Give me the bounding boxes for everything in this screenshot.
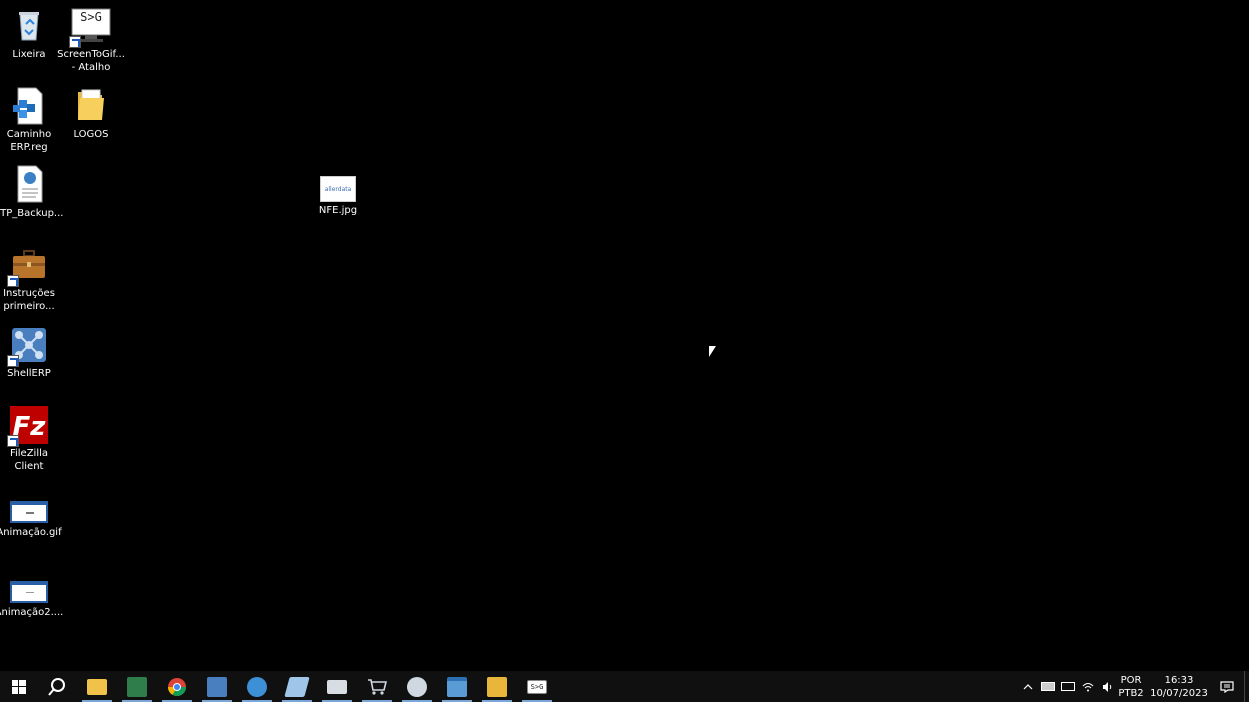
desktop-icon-screentogif-shortcut[interactable]: S>G ScreenToGif... - Atalho [57, 6, 125, 74]
store-cart-icon [368, 678, 387, 695]
windows-logo-icon [11, 679, 26, 694]
shortcut-arrow-icon [69, 36, 81, 48]
desktop-icon-label: Animação.gif [0, 527, 62, 538]
chrome-icon [168, 677, 186, 696]
tray-clock[interactable]: 16:33 10/07/2023 [1148, 671, 1210, 702]
file-explorer-icon [87, 678, 107, 695]
nfe-thumb-text: allerdata [324, 186, 352, 193]
desktop-icon-label: ScreenToGif... - Atalho [57, 49, 125, 73]
printer-app-icon [327, 679, 347, 694]
search-button[interactable] [37, 671, 77, 702]
screentogif-icon: S>G [69, 6, 111, 48]
desktop-icon-label: Lixeira [12, 49, 46, 60]
desktop-icon-label: LOGOS [73, 129, 109, 140]
taskbar-app-printer[interactable] [317, 671, 357, 702]
desktop-icon-label: FileZilla Client [9, 448, 49, 472]
recycle-bin-icon [9, 6, 49, 46]
clock-time: 16:33 [1164, 674, 1194, 686]
screentogif-glyph: S>G [80, 10, 102, 24]
desktop-icon-label: ShellERP [7, 368, 51, 379]
tray-language[interactable]: POR PTB2 [1118, 671, 1144, 702]
taskbar-app-spreadsheet[interactable] [117, 671, 157, 702]
image-thumbnail-icon: allerdata [320, 176, 356, 202]
tray-network[interactable] [1078, 671, 1098, 702]
tray-keyboard[interactable] [1038, 671, 1058, 702]
battery-icon [1061, 682, 1075, 691]
tray-volume[interactable] [1098, 671, 1118, 702]
tray-battery[interactable] [1058, 671, 1078, 702]
clock-date: 10/07/2023 [1150, 687, 1208, 699]
desktop-icon-label: Instruções primeiro... [3, 288, 55, 312]
taskbar-app-paint[interactable] [397, 671, 437, 702]
desktop-icon-registry-file[interactable]: Caminho ERP.reg [0, 86, 63, 154]
taskbar: S>G POR PTB2 16:33 10/07/2023 [0, 671, 1249, 702]
desktop-icon-recycle-bin[interactable]: Lixeira [0, 6, 63, 61]
gif-thumbnail-icon [9, 580, 49, 604]
desktop-icon-folder-logos[interactable]: LOGOS [57, 86, 125, 141]
show-desktop-button[interactable] [1244, 671, 1249, 702]
desktop-icon-shellerp-shortcut[interactable]: ShellERP [0, 325, 63, 380]
taskbar-app-chrome[interactable] [157, 671, 197, 702]
notification-icon [1220, 680, 1234, 693]
paint-app-icon [407, 676, 427, 697]
desktop-icon-nfe-image[interactable]: allerdata NFE.jpg [304, 176, 372, 217]
show-hidden-icons-button[interactable] [1018, 671, 1038, 702]
screentogif-icon: S>G [527, 679, 547, 694]
shellerp-icon [7, 325, 49, 367]
wifi-icon [1082, 682, 1094, 691]
system-tray: POR PTB2 16:33 10/07/2023 [1018, 671, 1249, 702]
taskbar-app-shellerp[interactable] [197, 671, 237, 702]
language-indicator: POR [1120, 674, 1142, 686]
screentogif-glyph: S>G [530, 682, 544, 691]
tools-app-icon [487, 676, 507, 697]
desktop-icon-instructions-shortcut[interactable]: Instruções primeiro... [0, 245, 63, 313]
action-center-button[interactable] [1210, 671, 1244, 702]
filezilla-icon: Fz [7, 405, 49, 447]
shortcut-arrow-icon [7, 275, 19, 287]
shortcut-arrow-icon [7, 355, 19, 367]
shortcut-arrow-icon [7, 435, 19, 447]
keyboard-layout-indicator: PTB2 [1118, 687, 1144, 699]
volume-icon [1103, 681, 1112, 692]
desktop-icon-filezilla-shortcut[interactable]: Fz FileZilla Client [0, 405, 63, 473]
gif-thumbnail-icon [9, 500, 49, 524]
folder-icon [71, 86, 111, 126]
desktop-icon-label: Animação2.... [0, 607, 64, 618]
web-document-icon [9, 165, 49, 205]
taskbar-app-notes[interactable] [277, 671, 317, 702]
desktop-icon-ftp-backup[interactable]: FTP_Backup... [0, 165, 63, 220]
notes-app-icon [284, 676, 310, 697]
spreadsheet-app-icon [127, 676, 147, 697]
desktop-icon-label: FTP_Backup... [0, 208, 64, 219]
briefcase-icon [7, 245, 49, 287]
remote-support-icon [247, 676, 267, 697]
keyboard-icon [1041, 682, 1055, 691]
chevron-up-icon [1023, 683, 1033, 689]
desktop-icon-label: Caminho ERP.reg [6, 129, 52, 153]
search-icon [48, 677, 65, 696]
registry-file-icon [9, 86, 49, 126]
desktop-icon-animation2-gif[interactable]: Animação2.... [0, 580, 63, 619]
taskbar-app-file-explorer[interactable] [77, 671, 117, 702]
shellerp-icon [207, 676, 227, 697]
taskbar-app-store[interactable] [357, 671, 397, 702]
mouse-cursor-icon [709, 346, 716, 357]
start-button[interactable] [0, 671, 37, 702]
taskbar-app-window[interactable] [437, 671, 477, 702]
taskbar-app-remote-support[interactable] [237, 671, 277, 702]
taskbar-app-screentogif[interactable]: S>G [517, 671, 557, 702]
desktop-icon-label: NFE.jpg [318, 205, 358, 216]
desktop-icon-animation-gif[interactable]: Animação.gif [0, 500, 63, 539]
taskbar-app-tools[interactable] [477, 671, 517, 702]
window-app-icon [447, 676, 467, 697]
